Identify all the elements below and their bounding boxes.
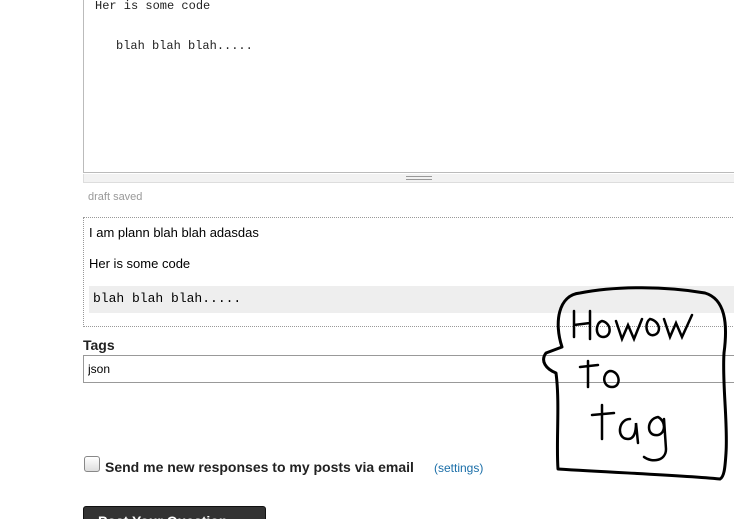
editor-code-line: blah blah blah..... — [116, 39, 253, 53]
how-to-tag-sketch — [542, 286, 728, 481]
sketch-word-tag — [590, 403, 668, 462]
editor-resize-grip[interactable] — [83, 174, 734, 183]
preview-code-text: blah blah blah..... — [93, 291, 242, 306]
sketch-word-to — [578, 359, 620, 389]
sketch-word-how — [572, 309, 694, 343]
draft-status: draft saved — [88, 191, 143, 203]
editor-text-line: Her is some code — [95, 0, 211, 13]
settings-link[interactable]: (settings) — [434, 461, 483, 475]
preview-paragraph: I am plann blah blah adasdas — [89, 225, 259, 240]
email-notify-checkbox[interactable] — [84, 456, 100, 472]
post-question-button[interactable]: Post Your Question — [83, 506, 266, 519]
ask-question-page: Her is some code blah blah blah..... dra… — [0, 0, 734, 519]
tags-label: Tags — [83, 337, 115, 353]
email-notify-label[interactable]: Send me new responses to my posts via em… — [105, 459, 414, 475]
sketch-outline — [542, 286, 728, 481]
grip-lines-icon — [406, 176, 432, 180]
question-body-editor[interactable]: Her is some code blah blah blah..... — [83, 0, 734, 173]
preview-paragraph: Her is some code — [89, 256, 191, 271]
